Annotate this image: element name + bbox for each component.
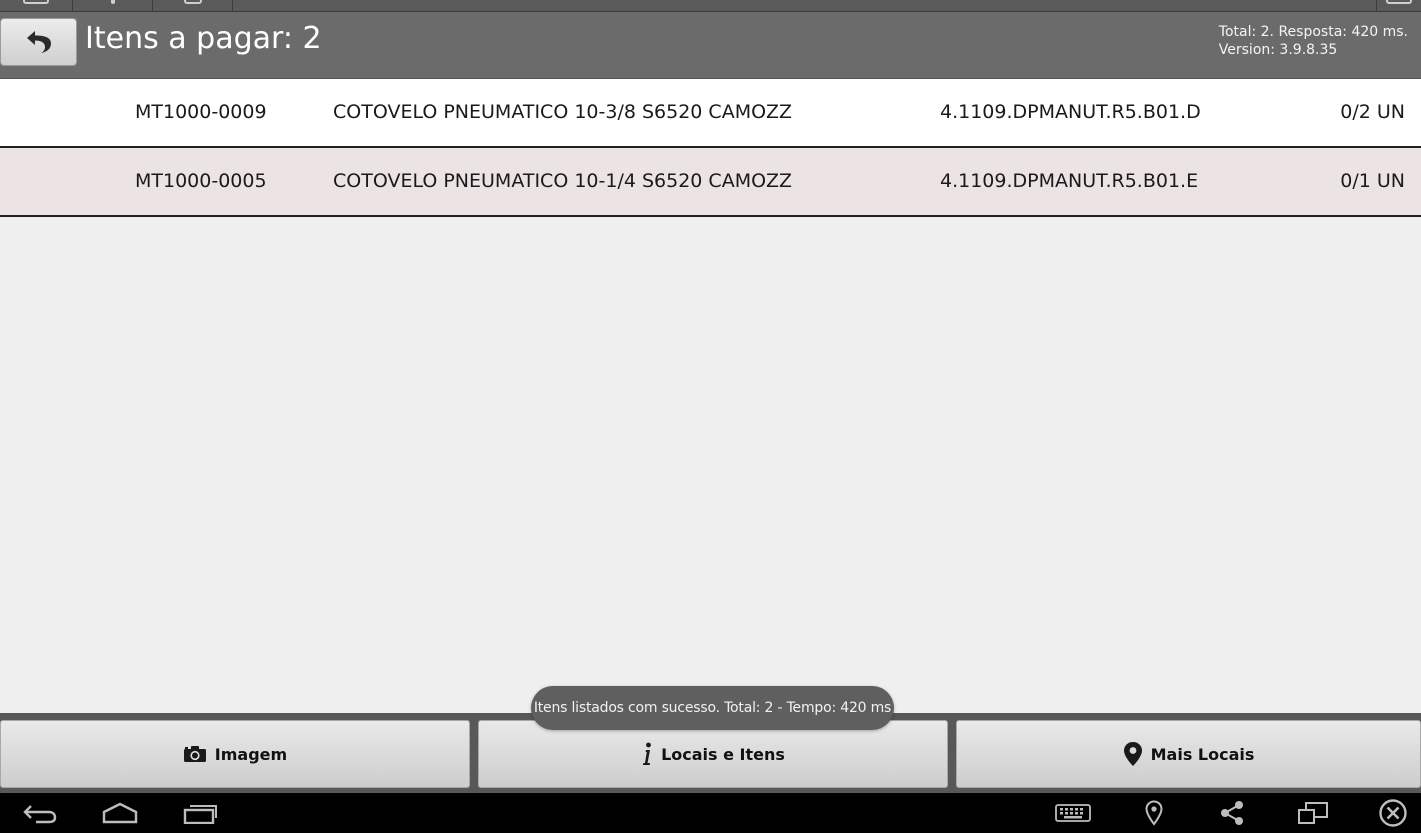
map-pin-icon	[1123, 741, 1143, 767]
list-item[interactable]: MT1000-0005 COTOVELO PNEUMATICO 10-1/4 S…	[0, 148, 1421, 217]
item-code: MT1000-0005	[135, 170, 267, 192]
toast-message: Itens listados com sucesso. Total: 2 - T…	[531, 686, 894, 730]
pin-icon	[110, 0, 115, 4]
undo-arrow-icon	[26, 31, 51, 53]
image-button-label: Imagem	[214, 744, 288, 764]
overflow-icon	[1386, 0, 1412, 4]
total-response-text: Total: 2. Resposta: 420 ms.	[1218, 24, 1408, 40]
items-list: MT1000-0009 COTOVELO PNEUMATICO 10-3/8 S…	[0, 79, 1421, 217]
page-title: Itens a pagar: 2	[85, 21, 322, 56]
recent-apps-icon	[183, 805, 217, 824]
back-button[interactable]	[0, 18, 77, 66]
toolbar-cell[interactable]	[0, 0, 73, 12]
keyboard-icon	[1055, 804, 1091, 822]
item-location: 4.1109.DPMANUT.R5.B01.D	[940, 101, 1201, 123]
item-quantity: 0/2 UN	[1340, 101, 1405, 123]
locations-items-button-label: Locais e Itens	[661, 744, 785, 764]
share-status-button[interactable]	[1216, 797, 1248, 829]
list-item[interactable]: MT1000-0009 COTOVELO PNEUMATICO 10-3/8 S…	[0, 79, 1421, 148]
close-status-button[interactable]	[1376, 797, 1410, 829]
response-stats: Total: 2. Resposta: 420 ms. Version: 3.9…	[1219, 23, 1408, 59]
system-navigation-bar	[0, 793, 1421, 833]
more-locations-button-label: Mais Locais	[1150, 744, 1255, 764]
clipboard-icon	[183, 0, 202, 4]
nav-recent-apps-button[interactable]	[178, 797, 222, 829]
item-location: 4.1109.DPMANUT.R5.B01.E	[940, 170, 1199, 192]
more-locations-button[interactable]: Mais Locais	[956, 720, 1421, 788]
image-button[interactable]: Imagem	[0, 720, 470, 788]
toolbar-cell[interactable]	[1376, 0, 1421, 12]
back-icon	[23, 805, 57, 824]
toolbar-cell[interactable]	[153, 0, 233, 12]
item-code: MT1000-0009	[135, 101, 267, 123]
info-icon	[641, 742, 653, 766]
close-circle-icon	[1379, 799, 1407, 827]
camera-icon	[183, 745, 207, 763]
header-bar: Itens a pagar: 2 Total: 2. Resposta: 420…	[0, 12, 1421, 79]
keyboard-status-button[interactable]	[1053, 797, 1093, 829]
nav-back-button[interactable]	[18, 797, 62, 829]
screen-status-button[interactable]	[1295, 797, 1331, 829]
item-description: COTOVELO PNEUMATICO 10-3/8 S6520 CAMOZZ	[333, 101, 793, 123]
location-status-button[interactable]	[1138, 797, 1170, 829]
item-description: COTOVELO PNEUMATICO 10-1/4 S6520 CAMOZZ	[333, 170, 793, 192]
item-quantity: 0/1 UN	[1340, 170, 1405, 192]
version-text: Version: 3.9.8.35	[1218, 42, 1338, 58]
home-icon	[102, 802, 138, 824]
menu-icon	[23, 0, 49, 4]
nav-home-button[interactable]	[98, 797, 142, 829]
share-icon	[1221, 801, 1243, 825]
location-icon	[1145, 800, 1163, 826]
screen-icon	[1298, 802, 1328, 824]
top-toolbar-strip	[0, 0, 1421, 12]
toolbar-cell[interactable]	[73, 0, 153, 12]
locations-items-button[interactable]: Locais e Itens	[478, 720, 948, 788]
